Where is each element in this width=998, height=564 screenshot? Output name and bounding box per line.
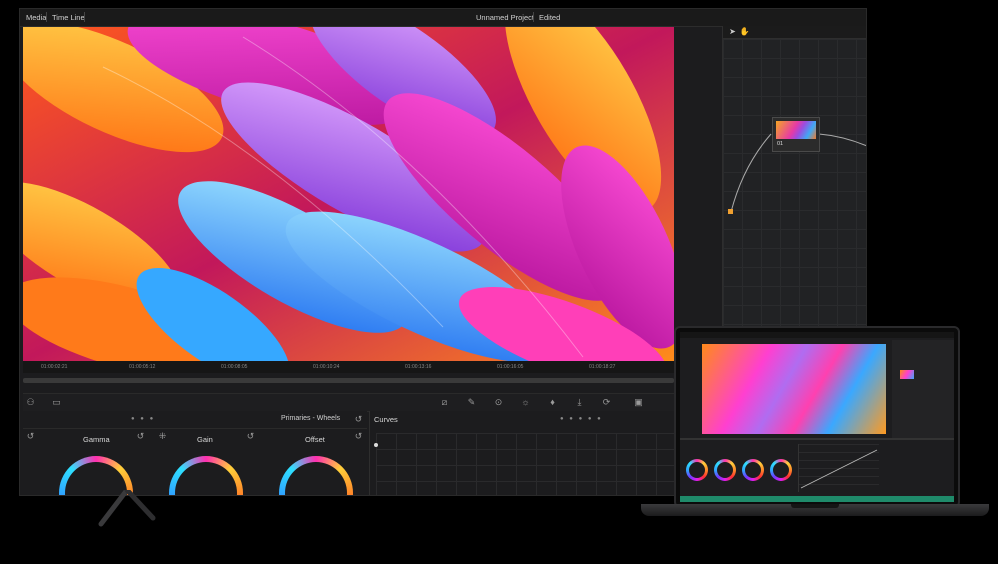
node-thumbnail [776, 121, 816, 139]
wheel-label-gain: Gain [197, 435, 213, 444]
reset-icon[interactable]: ↺ [25, 431, 36, 442]
menu-separator [84, 12, 85, 22]
wheel-label-offset: Offset [305, 435, 325, 444]
timecode: 01:00:13:16 [405, 364, 432, 370]
menu-bar: Media Time Line Unnamed Project Edited [20, 9, 866, 27]
refresh-icon[interactable]: ⟳ [601, 397, 612, 408]
laptop-scrubber [680, 438, 954, 440]
wheels-title[interactable]: Primaries - Wheels [281, 415, 340, 422]
target-icon[interactable]: ⊙ [493, 397, 504, 408]
reset-icon[interactable]: ↺ [135, 431, 146, 442]
gain-wheel[interactable] [169, 456, 243, 495]
reset-icon[interactable]: ↺ [353, 414, 364, 425]
drop-icon[interactable]: ♦ [547, 397, 558, 408]
sun-icon[interactable]: ☼ [520, 397, 531, 408]
picture-icon[interactable]: ▣ [633, 397, 644, 408]
menu-timeline[interactable]: Time Line [52, 13, 85, 22]
curves-title: Curves [374, 415, 398, 424]
timecode: 01:00:18:27 [589, 364, 616, 370]
monitor-stand [98, 490, 156, 527]
timecode: 01:00:05:12 [129, 364, 156, 370]
timecode: 01:00:16:05 [497, 364, 524, 370]
curves-graph[interactable] [376, 433, 675, 495]
curves-panel: Curves ● ● ● ● ● [369, 411, 675, 495]
color-tool-row: ⚇ ▭ ⧄ ✎ ⊙ ☼ ♦ ⤓ ⟳ ▣ [23, 393, 674, 412]
wand-icon[interactable]: ⧄ [439, 397, 450, 408]
laptop-node-panel [892, 340, 954, 440]
laptop-wheel [714, 459, 736, 481]
color-node[interactable]: 01 [772, 117, 820, 152]
video-viewer[interactable] [23, 27, 674, 361]
reset-icon[interactable]: ↺ [353, 431, 364, 442]
eyedropper-icon[interactable]: ✎ [466, 397, 477, 408]
edit-status: Edited [539, 13, 561, 22]
timecode-ruler: 01:00:02:21 01:00:05:12 01:00:08:05 01:0… [23, 361, 674, 373]
laptop [674, 326, 960, 508]
laptop-menubar [680, 332, 954, 338]
project-name: Unnamed Project [476, 13, 534, 22]
primaries-wheels-panel: ● ● ● Primaries - Wheels ↺ ↺ Gamma ↺ ⁜ G… [23, 411, 367, 495]
curve-point[interactable] [374, 443, 378, 447]
playhead-scrubber[interactable] [23, 378, 674, 383]
reset-icon[interactable]: ↺ [245, 431, 256, 442]
wheels-header: ● ● ● Primaries - Wheels ↺ [23, 411, 367, 429]
tune-icon[interactable]: ⁜ [157, 431, 168, 442]
laptop-wheel [686, 459, 708, 481]
menu-separator [46, 12, 47, 22]
laptop-screen [680, 332, 954, 502]
timecode: 01:00:08:05 [221, 364, 248, 370]
laptop-base [641, 504, 989, 516]
menu-separator [533, 12, 534, 22]
laptop-node [900, 370, 914, 379]
node-label: 01 [777, 141, 784, 147]
download-icon[interactable]: ⤓ [574, 397, 585, 408]
wheel-label-gamma: Gamma [83, 435, 110, 444]
page-dots[interactable]: ● ● ● [131, 416, 155, 422]
laptop-viewer [702, 344, 886, 434]
frame-icon[interactable]: ▭ [51, 397, 62, 408]
laptop-curves [798, 444, 879, 492]
timecode: 01:00:02:21 [41, 364, 68, 370]
laptop-wheel [742, 459, 764, 481]
laptop-timeline [680, 496, 954, 502]
offset-wheel[interactable] [279, 456, 353, 495]
laptop-notch [791, 504, 839, 508]
page-dots[interactable]: ● ● ● ● ● [560, 416, 603, 422]
nodes-icon[interactable]: ⚇ [25, 397, 36, 408]
laptop-wheel [770, 459, 792, 481]
timecode: 01:00:10:24 [313, 364, 340, 370]
feathers-image [23, 27, 674, 361]
menu-media[interactable]: Media [26, 13, 46, 22]
